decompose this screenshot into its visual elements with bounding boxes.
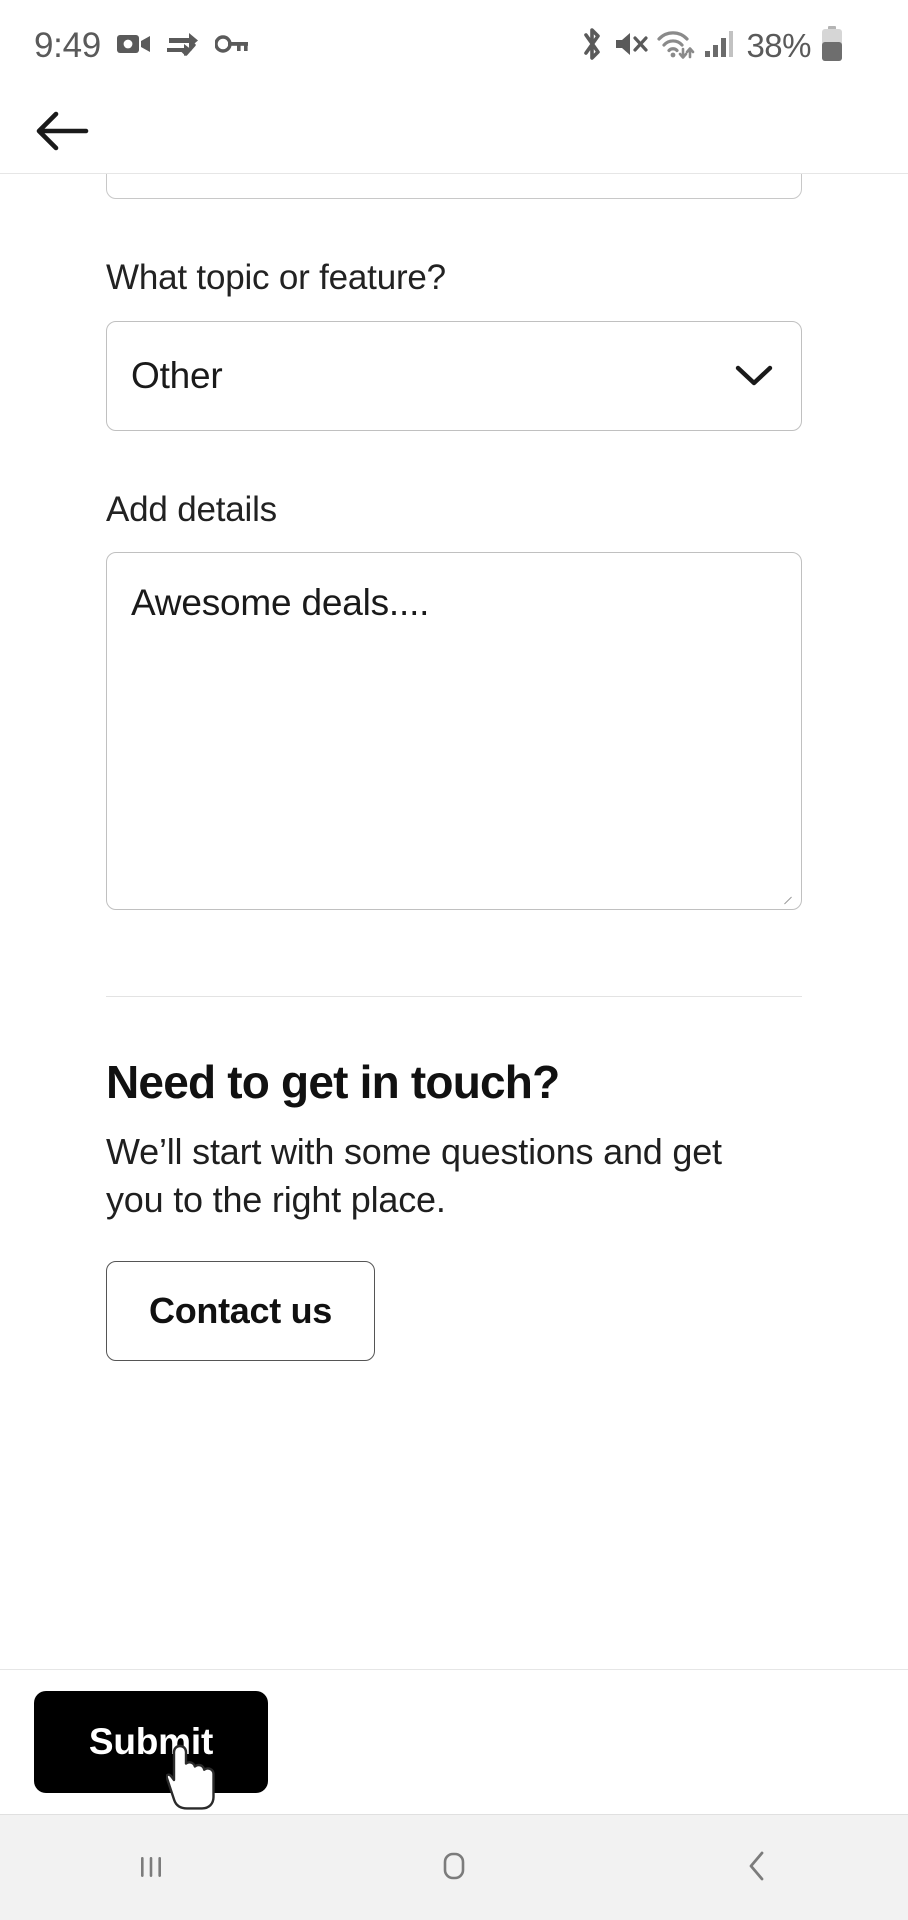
submit-action-bar: Submit	[0, 1669, 908, 1814]
status-bar-right: 38%	[579, 25, 874, 67]
details-field-label: Add details	[106, 489, 277, 529]
topic-field-label: What topic or feature?	[106, 258, 446, 297]
form-scroll-area[interactable]: What topic or feature? Other Add details…	[0, 174, 908, 1669]
contact-section-title: Need to get in touch?	[106, 1056, 560, 1108]
status-bar: 9:49 38%	[0, 0, 908, 92]
back-button[interactable]	[30, 101, 94, 165]
nav-back-icon	[740, 1846, 774, 1889]
wifi-icon	[657, 29, 695, 64]
contact-section-description: We’ll start with some questions and get …	[106, 1131, 722, 1220]
battery-percentage: 38%	[746, 27, 811, 64]
submit-button[interactable]: Submit	[34, 1691, 268, 1793]
recents-button[interactable]	[76, 1815, 226, 1920]
bluetooth-icon	[579, 27, 605, 66]
textarea-resize-handle[interactable]	[781, 890, 795, 904]
previous-field-clipped[interactable]	[106, 174, 802, 199]
home-icon	[434, 1846, 474, 1889]
status-time: 9:49	[34, 26, 101, 65]
status-bar-left: 9:49	[34, 26, 249, 66]
chevron-down-icon	[731, 353, 777, 399]
details-textarea[interactable]: Awesome deals....	[106, 552, 802, 910]
back-arrow-icon	[34, 109, 90, 156]
recents-icon	[133, 1848, 169, 1887]
cellular-signal-icon	[704, 29, 734, 64]
phone-screen: 9:49 38% What topic or feature? Other Ad…	[0, 0, 908, 1920]
data-sync-verified-icon	[166, 31, 199, 62]
battery-icon	[820, 25, 844, 67]
nav-back-button[interactable]	[682, 1815, 832, 1920]
app-header	[0, 92, 908, 174]
video-camera-icon	[116, 32, 151, 61]
home-button[interactable]	[379, 1815, 529, 1920]
details-textarea-value: Awesome deals....	[131, 582, 430, 623]
topic-select-value: Other	[131, 354, 223, 396]
volume-muted-icon	[614, 29, 649, 64]
android-nav-bar	[0, 1814, 908, 1920]
contact-us-button[interactable]: Contact us	[106, 1261, 376, 1362]
section-divider	[106, 996, 802, 997]
key-icon	[214, 34, 249, 59]
topic-select[interactable]: Other	[106, 320, 802, 431]
